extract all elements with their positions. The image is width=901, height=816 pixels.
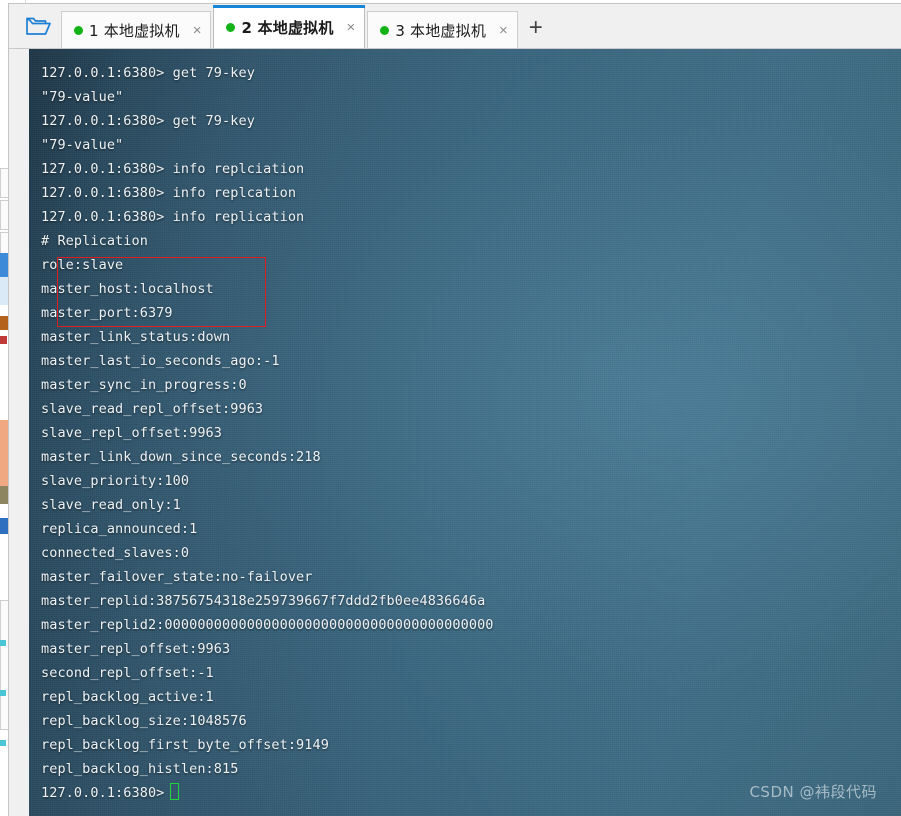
terminal-line: role:slave — [41, 257, 124, 273]
terminal-line: master_failover_state:no-failover — [41, 569, 313, 585]
terminal-line: slave_repl_offset:9963 — [41, 425, 223, 441]
terminal-line: master_replid2:0000000000000000000000000… — [41, 617, 494, 633]
terminal-prompt: 127.0.0.1:6380> — [41, 785, 165, 801]
terminal-line: 127.0.0.1:6380> info replication — [41, 209, 305, 225]
terminal-cursor — [170, 783, 180, 800]
terminal-panel: 127.0.0.1:6380> get 79-key "79-value" 127.… — [9, 49, 901, 816]
terminal-line: slave_read_repl_offset:9963 — [41, 401, 264, 417]
new-tab-button[interactable]: + — [520, 8, 552, 48]
terminal-line: master_host:localhost — [41, 281, 214, 297]
background-accent-cyan — [0, 690, 6, 696]
background-accent-cyan — [0, 640, 6, 646]
terminal-line: "79-value" — [41, 137, 124, 153]
terminal-application-window: 1 本地虚拟机 × 2 本地虚拟机 × 3 本地虚拟机 × + 127.0.0.… — [8, 3, 901, 816]
tab-label: 1 本地虚拟机 — [89, 21, 180, 40]
open-folder-button[interactable] — [15, 4, 61, 48]
open-folder-icon — [26, 17, 51, 35]
terminal-line: master_link_down_since_seconds:218 — [41, 449, 321, 465]
terminal-line-container: 127.0.0.1:6380> get 79-key "79-value" 127.… — [29, 49, 901, 805]
terminal-line: replica_announced:1 — [41, 521, 198, 537]
terminal-line: connected_slaves:0 — [41, 545, 190, 561]
terminal-line: # Replication — [41, 233, 148, 249]
terminal-line: master_last_io_seconds_ago:-1 — [41, 353, 280, 369]
terminal-line: second_repl_offset:-1 — [41, 665, 214, 681]
terminal-line: master_repl_offset:9963 — [41, 641, 231, 657]
terminal-output[interactable]: 127.0.0.1:6380> get 79-key "79-value" 127.… — [29, 49, 901, 816]
terminal-line: 127.0.0.1:6380> get 79-key — [41, 113, 255, 129]
terminal-line: "79-value" — [41, 89, 124, 105]
terminal-line: slave_priority:100 — [41, 473, 190, 489]
tab-2[interactable]: 2 本地虚拟机 × — [213, 5, 366, 48]
terminal-line: repl_backlog_first_byte_offset:9149 — [41, 737, 329, 753]
background-accent-red — [0, 336, 7, 344]
terminal-line: repl_backlog_size:1048576 — [41, 713, 247, 729]
tab-status-dot-icon — [380, 25, 390, 35]
terminal-line: 127.0.0.1:6380> info replcation — [41, 185, 297, 201]
tab-status-dot-icon — [226, 22, 236, 32]
terminal-line: slave_read_only:1 — [41, 497, 181, 513]
tab-close-icon[interactable]: × — [347, 20, 356, 35]
terminal-line: master_port:6379 — [41, 305, 173, 321]
tab-3[interactable]: 3 本地虚拟机 × — [367, 11, 518, 48]
tab-1[interactable]: 1 本地虚拟机 × — [61, 11, 212, 48]
tab-label: 3 本地虚拟机 — [395, 21, 487, 40]
watermark-label: CSDN @袆段代码 — [749, 783, 877, 801]
terminal-line: repl_backlog_active:1 — [41, 689, 214, 705]
tab-close-icon[interactable]: × — [499, 23, 508, 38]
terminal-line: master_replid:38756754318e259739667f7ddd… — [41, 593, 486, 609]
tab-close-icon[interactable]: × — [193, 23, 202, 38]
background-accent-cyan — [0, 740, 6, 746]
tab-label: 2 本地虚拟机 — [241, 18, 334, 37]
terminal-line: repl_backlog_histlen:815 — [41, 761, 239, 777]
terminal-line: 127.0.0.1:6380> info replciation — [41, 161, 305, 177]
terminal-line: master_sync_in_progress:0 — [41, 377, 247, 393]
tab-bar: 1 本地虚拟机 × 2 本地虚拟机 × 3 本地虚拟机 × + — [9, 4, 901, 49]
terminal-line: master_link_status:down — [41, 329, 231, 345]
terminal-line: 127.0.0.1:6380> get 79-key — [41, 65, 255, 81]
tab-status-dot-icon — [74, 25, 83, 35]
